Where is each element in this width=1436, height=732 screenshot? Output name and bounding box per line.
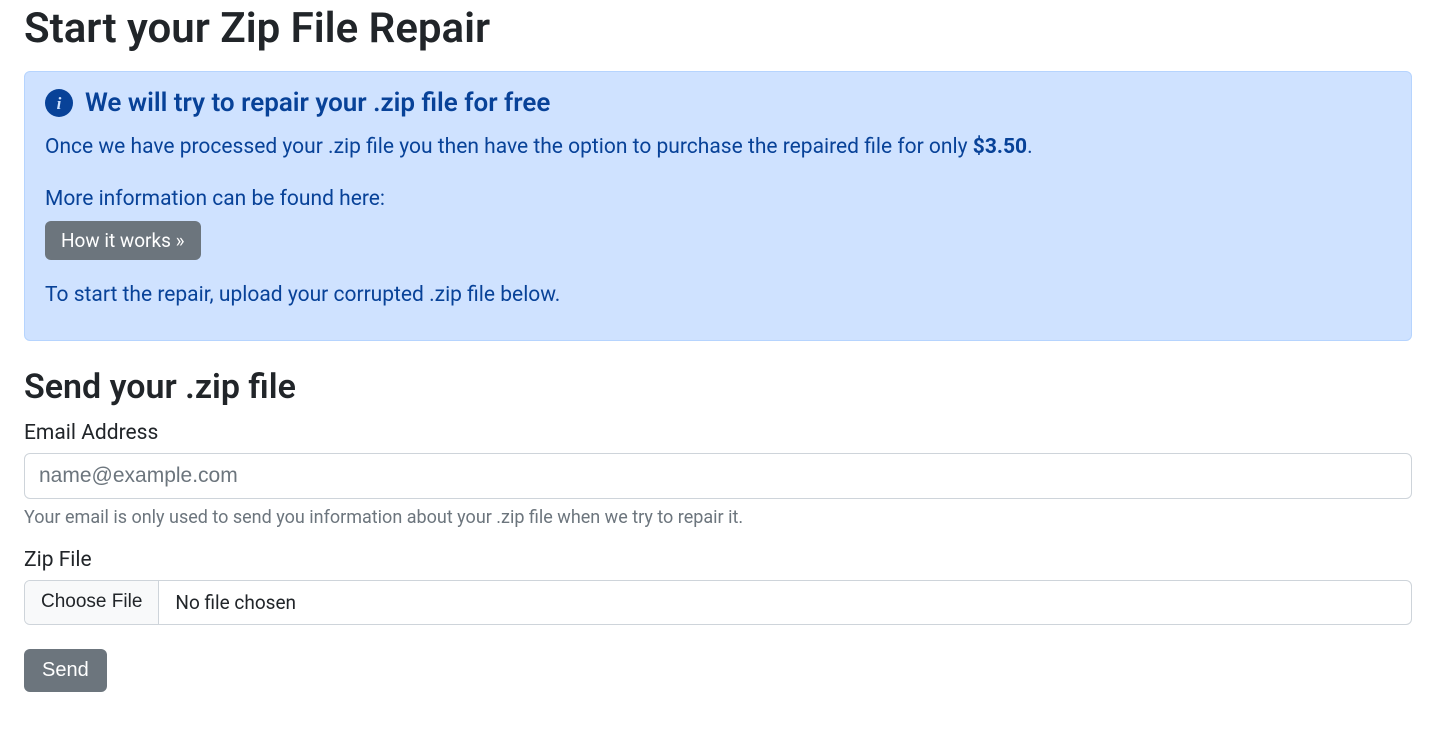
info-icon: i	[45, 89, 73, 117]
page-title: Start your Zip File Repair	[24, 4, 1412, 53]
choose-file-button[interactable]: Choose File	[25, 581, 159, 624]
email-hint: Your email is only used to send you info…	[24, 507, 1412, 528]
file-input[interactable]: Choose File No file chosen	[24, 580, 1412, 625]
email-field[interactable]	[24, 453, 1412, 499]
email-label: Email Address	[24, 421, 1412, 445]
file-status: No file chosen	[159, 581, 1411, 624]
file-label: Zip File	[24, 548, 1412, 572]
info-heading: i We will try to repair your .zip file f…	[45, 88, 1391, 118]
info-intro: Once we have processed your .zip file yo…	[45, 132, 1391, 164]
info-intro-post: .	[1027, 135, 1033, 159]
info-heading-text: We will try to repair your .zip file for…	[85, 88, 550, 118]
info-start-hint: To start the repair, upload your corrupt…	[45, 280, 1391, 312]
info-price: $3.50	[973, 135, 1027, 159]
send-button[interactable]: Send	[24, 649, 107, 692]
info-more-info: More information can be found here:	[45, 184, 1391, 216]
how-it-works-button[interactable]: How it works »	[45, 221, 201, 260]
form-heading: Send your .zip file	[24, 367, 1412, 407]
info-intro-pre: Once we have processed your .zip file yo…	[45, 135, 973, 159]
info-panel: i We will try to repair your .zip file f…	[24, 71, 1412, 341]
